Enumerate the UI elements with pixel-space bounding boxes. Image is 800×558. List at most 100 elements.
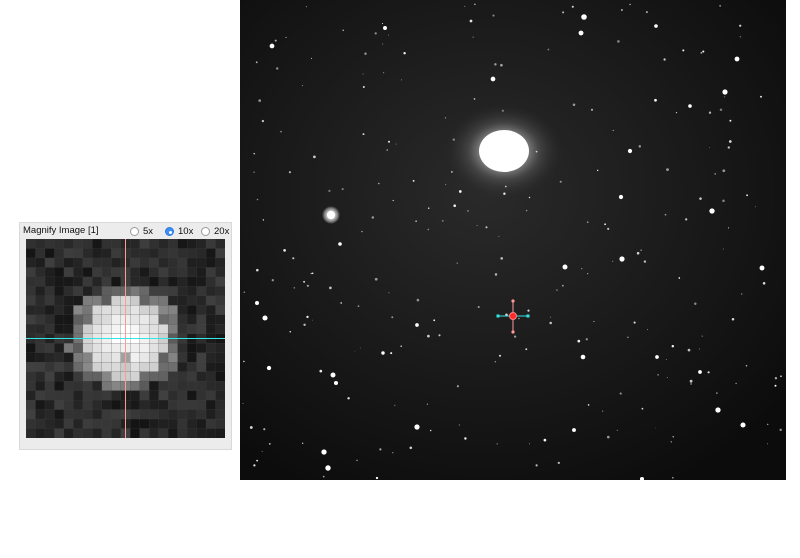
magnified-pixel [186, 248, 198, 259]
magnified-pixel [35, 239, 46, 249]
magnified-pixel [73, 352, 84, 363]
magnified-pixel [35, 399, 46, 411]
magnified-pixel [54, 343, 65, 354]
magnified-pixel [92, 418, 103, 430]
star [688, 104, 692, 108]
magnified-pixel [186, 380, 198, 392]
magnified-pixel [215, 399, 225, 411]
magnified-pixel [101, 399, 112, 411]
magnified-pixel [167, 399, 179, 411]
magnified-pixel [158, 409, 169, 420]
magnified-pixel [101, 343, 112, 354]
magnified-pixel [111, 380, 122, 392]
zoom-5x-radio[interactable]: 5x [130, 225, 153, 238]
magnified-pixel [82, 276, 93, 287]
star [390, 352, 393, 355]
marker-center-handle[interactable] [509, 312, 517, 320]
magnified-pixel [92, 295, 103, 306]
magnified-pixel [44, 409, 55, 420]
magnified-pixel [177, 248, 188, 259]
magnified-pixel [111, 371, 122, 382]
star [719, 5, 721, 7]
magnified-pixel [44, 399, 55, 411]
magnified-pixel [186, 314, 198, 325]
zoom-10x-radio[interactable]: 10x [165, 225, 193, 238]
star [477, 305, 480, 309]
magnified-pixel [215, 409, 225, 420]
star [581, 268, 583, 270]
star [616, 429, 618, 431]
magnified-pixel [177, 286, 188, 297]
star [445, 184, 447, 186]
star [392, 452, 394, 454]
star [429, 429, 432, 432]
magnified-pixel [101, 352, 112, 363]
magnified-pixel [158, 371, 169, 382]
marker-bottom-handle[interactable] [511, 330, 515, 334]
star [762, 281, 766, 285]
star [670, 441, 673, 443]
star [654, 98, 657, 102]
star [280, 130, 282, 133]
magnified-pixel [35, 267, 46, 278]
magnified-pixel [73, 286, 84, 297]
zoom-20x-radio[interactable]: 20x [201, 225, 229, 238]
magnified-pixel [158, 380, 169, 392]
magnified-pixel [63, 267, 74, 278]
star [728, 140, 732, 143]
magnified-view[interactable] [26, 239, 225, 438]
magnified-pixel [196, 380, 207, 392]
star-field-image[interactable] [240, 0, 786, 480]
star [359, 347, 361, 349]
magnified-pixel [111, 343, 122, 354]
magnified-pixel [177, 361, 188, 373]
magnified-pixel [26, 343, 36, 354]
magnified-pixel [101, 409, 112, 420]
magnified-pixel [54, 352, 65, 363]
magnified-pixel [26, 248, 36, 259]
star [549, 321, 552, 325]
magnified-pixel [92, 239, 103, 249]
star [458, 424, 461, 426]
magnified-pixel [130, 399, 141, 411]
magnified-pixel [186, 276, 198, 287]
magnified-pixel [186, 390, 198, 401]
marker-right-handle[interactable] [526, 314, 530, 318]
magnified-pixel [186, 267, 198, 278]
marker-top-handle[interactable] [511, 299, 515, 303]
star [723, 96, 725, 98]
magnified-pixel [158, 295, 169, 306]
magnified-pixel [196, 418, 207, 430]
star [427, 334, 430, 338]
magnified-pixel [139, 428, 150, 438]
magnified-pixel [101, 257, 112, 268]
radio-unchecked-icon[interactable] [201, 227, 210, 236]
magnified-pixel [196, 324, 207, 335]
magnified-pixel [177, 380, 188, 392]
magnified-pixel [215, 257, 225, 268]
star [243, 291, 246, 293]
star [528, 196, 531, 199]
marker-left-handle[interactable] [496, 314, 500, 318]
magnified-pixel [54, 324, 65, 335]
magnified-pixel [215, 371, 225, 382]
star [274, 39, 277, 42]
magnified-pixel [130, 380, 141, 392]
magnified-pixel [205, 399, 217, 411]
magnified-pixel [44, 295, 55, 306]
magnified-pixel [139, 295, 150, 306]
star [755, 206, 756, 208]
star [362, 86, 365, 88]
magnified-pixel [63, 239, 74, 249]
magnified-pixel [101, 286, 112, 297]
magnified-pixel [177, 257, 188, 268]
radio-checked-icon[interactable] [165, 227, 174, 236]
star [641, 407, 644, 410]
radio-unchecked-icon[interactable] [130, 227, 139, 236]
star [645, 11, 648, 14]
magnified-pixel [26, 390, 36, 401]
magnified-pixel [35, 324, 46, 335]
magnified-pixel [158, 418, 169, 430]
magnified-pixel [205, 352, 217, 363]
star [374, 277, 378, 281]
